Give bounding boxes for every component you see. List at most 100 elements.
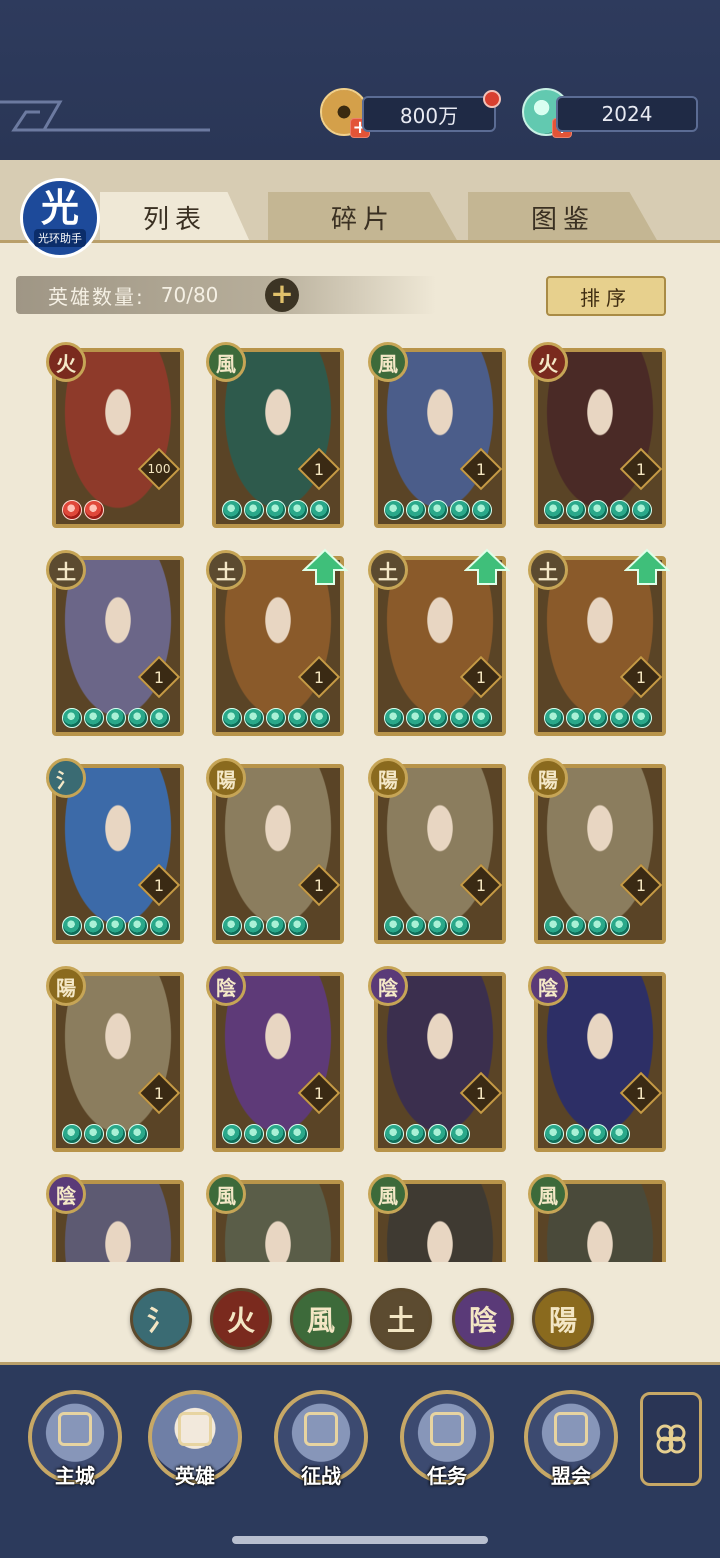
star-icon (428, 916, 448, 936)
tab-codex[interactable]: 图鉴 (468, 192, 658, 242)
hero-stars (62, 916, 170, 936)
tab-list[interactable]: 列表 (100, 192, 250, 242)
yang-element-icon: 陽 (46, 966, 86, 1006)
filter-fire-button[interactable]: 火 (210, 1288, 272, 1350)
wind-element-icon: 風 (368, 1174, 408, 1214)
earth-element-icon: 土 (368, 550, 408, 590)
star-icon (610, 916, 630, 936)
star-icon (106, 1124, 126, 1144)
star-icon (428, 1124, 448, 1144)
star-icon (106, 708, 126, 728)
alliance-gate-icon (554, 1412, 588, 1446)
nav-label: 英雄 (175, 1464, 215, 1488)
hero-level: 1 (475, 459, 487, 479)
hero-level: 1 (635, 667, 647, 687)
upgrade-arrow-icon (464, 548, 510, 585)
top-bar: + 800万 + 2024 (0, 0, 720, 160)
expand-hero-slots-button[interactable]: + (265, 278, 299, 312)
coins-value: 800万 (399, 103, 459, 128)
hero-portrait-icon (178, 1412, 212, 1446)
hero-count-label: 英雄数量: (48, 284, 145, 309)
star-icon (62, 1124, 82, 1144)
star-icon (266, 708, 286, 728)
star-icon (450, 708, 470, 728)
yang-element-icon: 陽 (528, 758, 568, 798)
star-icon (84, 708, 104, 728)
tab-list-label: 列表 (142, 204, 207, 235)
more-menu-button[interactable] (640, 1392, 702, 1486)
star-icon (266, 1124, 286, 1144)
hero-count-bar: 英雄数量: 70/80 (16, 276, 436, 314)
star-icon (544, 1124, 564, 1144)
hero-stars (384, 1124, 470, 1144)
hero-stars (544, 500, 652, 520)
filter-wind-button[interactable]: 風 (290, 1288, 352, 1350)
hero-list-screen: + 800万 + 2024 列表 碎片 图鉴 光 光环助手 英雄数量: 70/8… (0, 0, 720, 1558)
star-icon (62, 916, 82, 936)
star-icon (472, 708, 492, 728)
jade-value: 2024 (601, 102, 653, 126)
hero-stars (222, 708, 330, 728)
star-icon (566, 1124, 586, 1144)
hero-count-value: 70/80 (160, 283, 219, 307)
hero-level: 100 (147, 462, 171, 476)
palace-icon (58, 1412, 92, 1446)
wind-element-icon: 風 (206, 342, 246, 382)
hero-stars (62, 1124, 148, 1144)
filter-yin-button[interactable]: 陰 (452, 1288, 514, 1350)
star-icon (384, 500, 404, 520)
hero-level: 1 (475, 1083, 487, 1103)
tab-fragments-label: 碎片 (330, 204, 395, 235)
fire-element-icon: 火 (46, 342, 86, 382)
star-icon (384, 916, 404, 936)
star-icon (106, 916, 126, 936)
filter-water-button[interactable]: 氵 (130, 1288, 192, 1350)
wind-element-icon: 風 (368, 342, 408, 382)
hero-grid: 100 火 1 風 1 風 1 火 1 土 1 土 1 土 1 土 1 氵 1 陽 1 陽 1 陽 1 陽 1 陰 1 陰 1 陰陰風風風 (0, 338, 720, 1262)
tab-fragments[interactable]: 碎片 (268, 192, 458, 242)
star-icon (632, 708, 652, 728)
nav-label: 征战 (301, 1464, 341, 1488)
earth-element-icon: 土 (46, 550, 86, 590)
hero-level: 1 (313, 459, 325, 479)
hero-level: 1 (153, 667, 165, 687)
hero-stars (222, 916, 308, 936)
filter-yang-button[interactable]: 陽 (532, 1288, 594, 1350)
home-indicator[interactable] (232, 1536, 488, 1544)
star-icon (84, 1124, 104, 1144)
star-icon (406, 916, 426, 936)
star-icon (450, 1124, 470, 1144)
star-icon (610, 500, 630, 520)
hero-stars (222, 1124, 308, 1144)
watermark-text: 光环助手 (34, 229, 86, 247)
star-icon (472, 500, 492, 520)
sort-button[interactable]: 排序 (546, 276, 666, 316)
star-icon (244, 500, 264, 520)
hero-level: 1 (153, 1083, 165, 1103)
hero-stars (544, 708, 652, 728)
star-icon (150, 708, 170, 728)
hero-level: 1 (313, 1083, 325, 1103)
star-icon (222, 708, 242, 728)
watermark-logo: 光 光环助手 (20, 178, 100, 258)
filter-earth-button[interactable]: 土 (370, 1288, 432, 1350)
hero-level: 1 (313, 875, 325, 895)
yin-element-icon: 陰 (46, 1174, 86, 1214)
hero-stars (384, 916, 470, 936)
upgrade-arrow-icon (302, 548, 348, 585)
star-icon (384, 1124, 404, 1144)
hero-stars (222, 500, 330, 520)
star-icon (428, 708, 448, 728)
star-icon (128, 708, 148, 728)
star-icon (450, 916, 470, 936)
star-icon (544, 916, 564, 936)
star-icon (610, 708, 630, 728)
hero-level: 1 (635, 1083, 647, 1103)
star-icon (222, 500, 242, 520)
yin-element-icon: 陰 (368, 966, 408, 1006)
star-icon (288, 708, 308, 728)
star-icon (566, 500, 586, 520)
watermark-glyph: 光 (40, 186, 79, 230)
notification-dot (483, 90, 501, 108)
star-icon (62, 708, 82, 728)
